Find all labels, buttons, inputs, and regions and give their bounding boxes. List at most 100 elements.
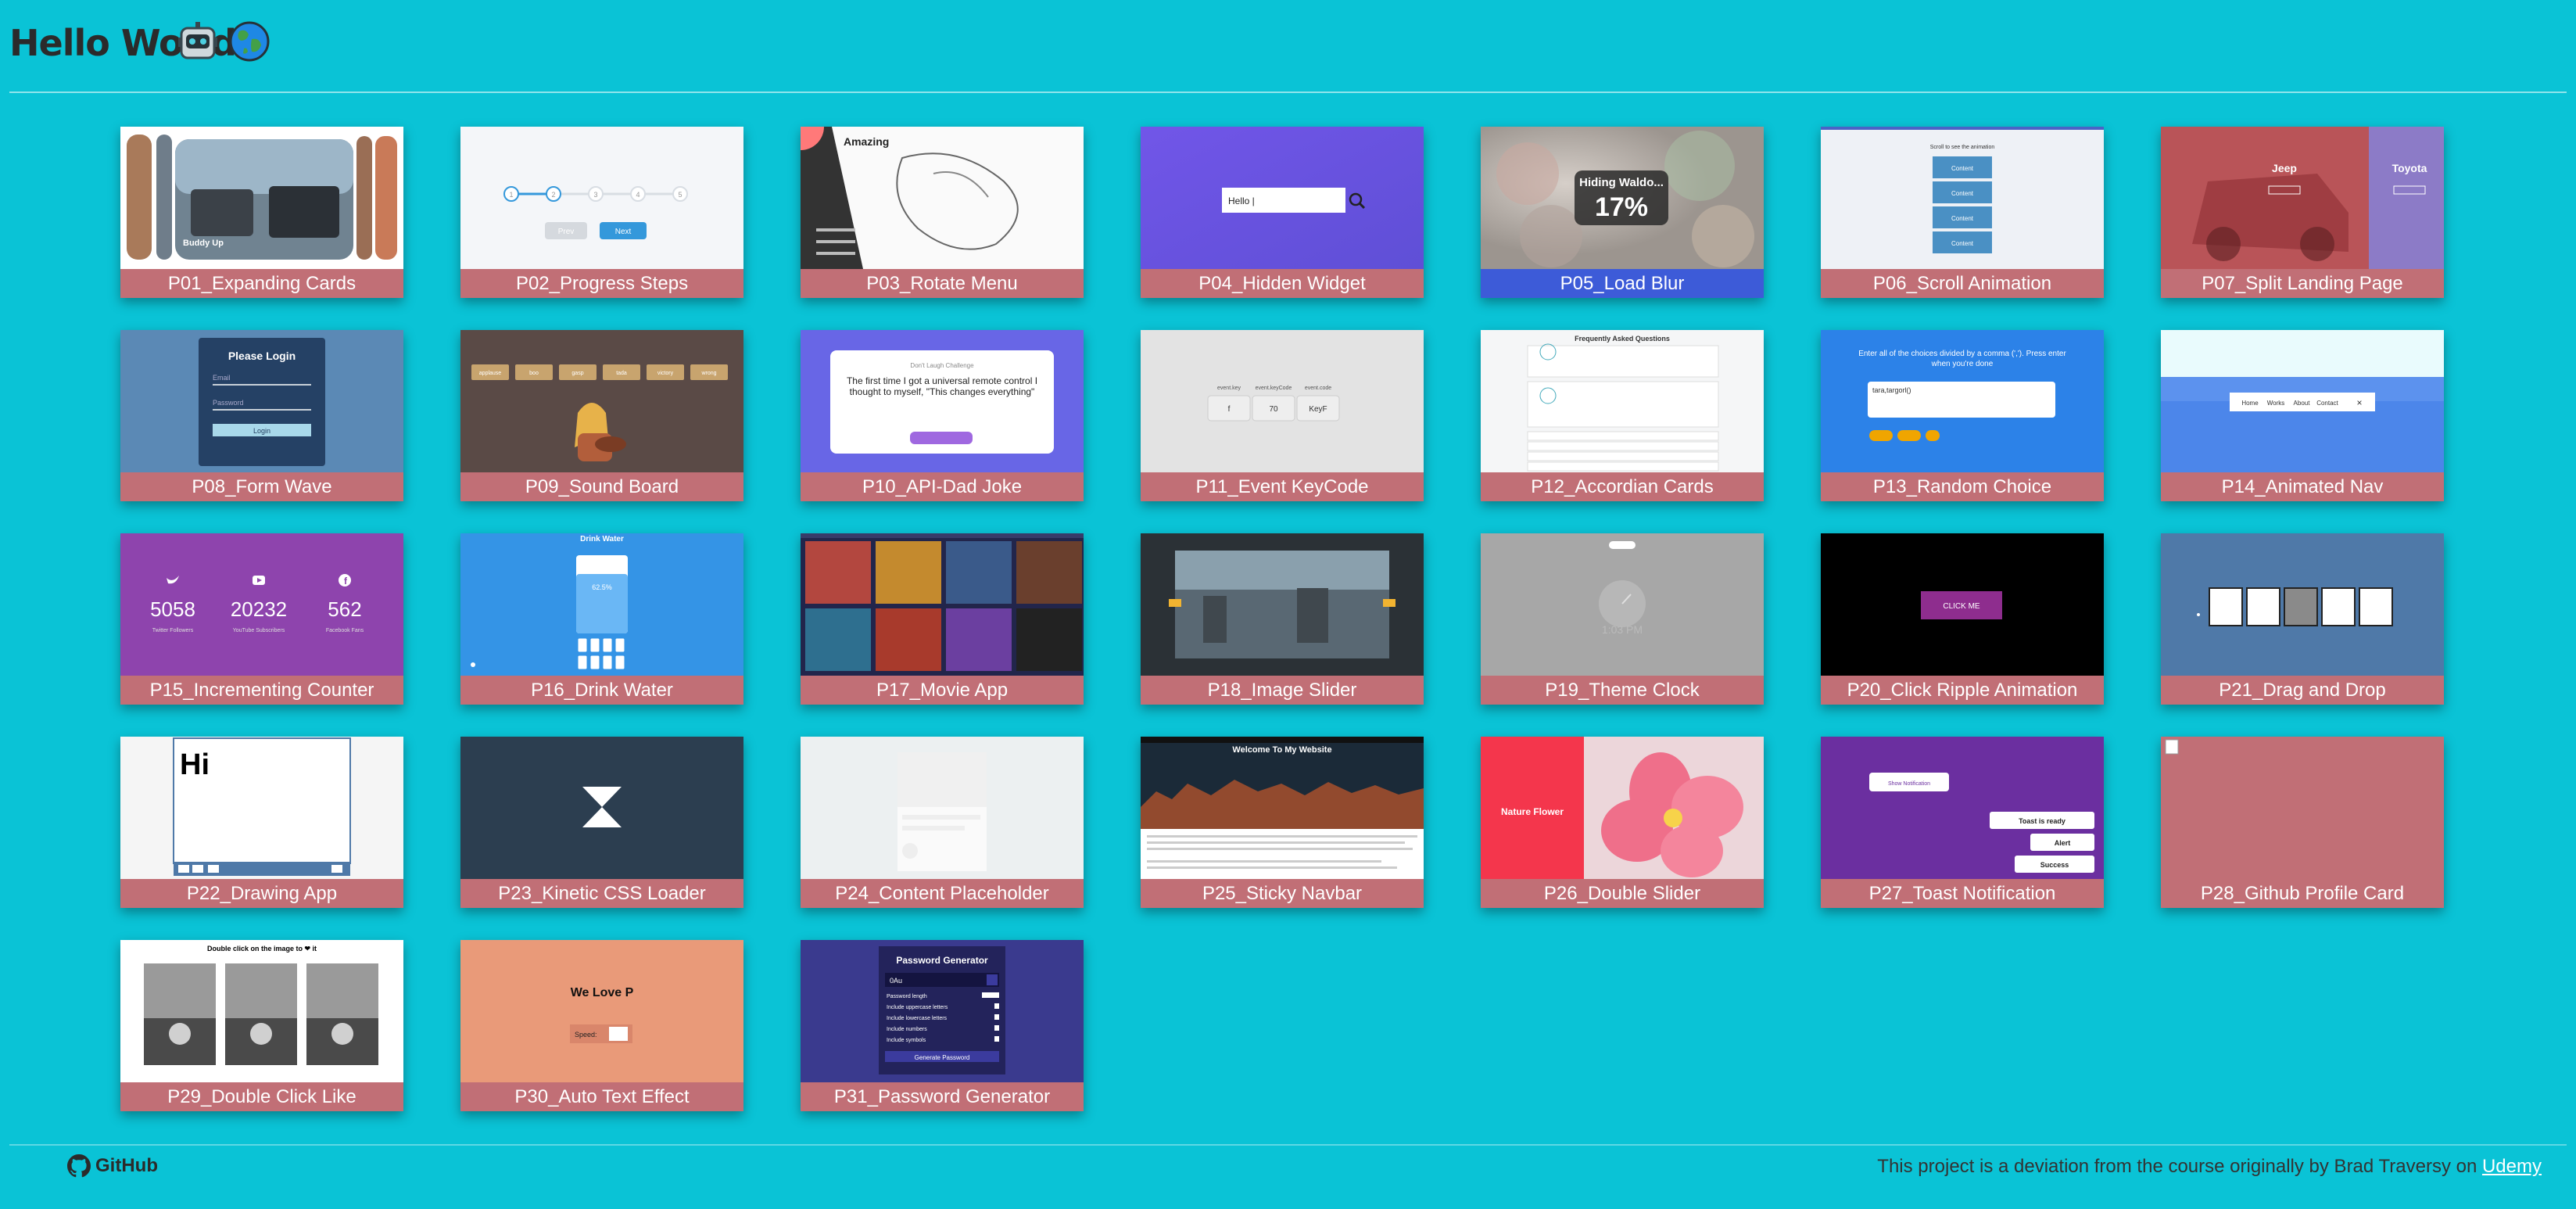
project-thumbnail — [801, 737, 1084, 879]
project-card[interactable]: event.key f event.keyCode 70 event.code KeyF P… — [1141, 330, 1424, 501]
project-label: P14_Animated Nav — [2161, 472, 2444, 501]
svg-text:1: 1 — [509, 191, 513, 199]
svg-text:Toast is ready: Toast is ready — [2019, 817, 2065, 825]
project-card[interactable]: Hiding Waldo... 17% P05_Load Blur — [1481, 127, 1764, 298]
project-card[interactable]: Hello | P04_Hidden Widget — [1141, 127, 1424, 298]
project-card[interactable]: Show Notification Toast is ready Alert Succ… — [1821, 737, 2104, 908]
project-card[interactable]: Password Generator 0Au Password length Incl… — [801, 940, 1084, 1111]
project-thumbnail: Double click on the image to ❤ it — [120, 940, 403, 1082]
github-link[interactable]: GitHub — [67, 1154, 158, 1178]
svg-text:562: 562 — [328, 597, 361, 621]
svg-text:Speed:: Speed: — [575, 1031, 597, 1039]
project-label: P25_Sticky Navbar — [1141, 879, 1424, 908]
svg-text:Prev: Prev — [558, 228, 575, 236]
svg-text:Include numbers: Include numbers — [887, 1027, 927, 1032]
project-thumbnail — [801, 533, 1084, 676]
project-card[interactable]: P28_Github Profile Card — [2161, 737, 2444, 908]
project-thumbnail: Home Works About Contact × — [2161, 330, 2444, 472]
project-thumbnail: event.key f event.keyCode 70 event.code KeyF — [1141, 330, 1424, 472]
project-card[interactable]: Home Works About Contact × P14_Animated Nav — [2161, 330, 2444, 501]
project-thumbnail: Buddy Up — [120, 127, 403, 269]
project-card[interactable]: P21_Drag and Drop — [2161, 533, 2444, 705]
project-thumbnail — [2161, 533, 2444, 676]
project-card[interactable]: Welcome To My Website P25_Sticky Navbar — [1141, 737, 1424, 908]
svg-text:Works: Works — [2267, 400, 2285, 407]
project-label: P08_Form Wave — [120, 472, 403, 501]
project-label: P02_Progress Steps — [460, 269, 743, 298]
project-card[interactable]: P23_Kinetic CSS Loader — [460, 737, 743, 908]
project-card[interactable]: Enter all of the choices divided by a co… — [1821, 330, 2104, 501]
project-thumbnail — [460, 737, 743, 879]
svg-text:Show Notification: Show Notification — [1888, 781, 1930, 787]
project-label: P31_Password Generator — [801, 1082, 1084, 1111]
project-card[interactable]: 1:03 PM P19_Theme Clock — [1481, 533, 1764, 705]
project-card[interactable]: CLICK ME P20_Click Ripple Animation — [1821, 533, 2104, 705]
project-card[interactable]: 1 2 3 4 5 Prev Next P02_Progress Steps — [460, 127, 743, 298]
project-card[interactable]: Drink Water 62.5% P16_Drink Water — [460, 533, 743, 705]
header-divider — [9, 91, 2567, 93]
project-card[interactable]: P18_Image Slider — [1141, 533, 1424, 705]
project-card[interactable]: Hi P22_Drawing App — [120, 737, 403, 908]
project-thumbnail: Hiding Waldo... 17% — [1481, 127, 1764, 269]
udemy-link[interactable]: Udemy — [2482, 1156, 2542, 1177]
svg-text:20232: 20232 — [231, 597, 287, 621]
footer-credit: This project is a deviation from the cou… — [1877, 1156, 2542, 1178]
project-card[interactable]: Nature Flower P26_Double Slider — [1481, 737, 1764, 908]
project-label: P19_Theme Clock — [1481, 676, 1764, 705]
svg-text:Amazing: Amazing — [844, 135, 889, 148]
project-card[interactable]: Don't Laugh Challenge The first time I g… — [801, 330, 1084, 501]
project-card[interactable]: Jeep Toyota P07_Split Landing Page — [2161, 127, 2444, 298]
project-thumbnail: Scroll to see the animation Content Conten… — [1821, 127, 2104, 269]
project-card[interactable]: 5058 Twitter Followers 20232 YouTube Subscr… — [120, 533, 403, 705]
svg-text:Facebook Fans: Facebook Fans — [326, 628, 364, 633]
project-card[interactable]: applause boo gasp tada victory wrong P09_Sound… — [460, 330, 743, 501]
project-card[interactable]: Frequently Asked Questions P12_Accordian … — [1481, 330, 1764, 501]
project-label: P07_Split Landing Page — [2161, 269, 2444, 298]
svg-text:applause: applause — [479, 371, 502, 376]
svg-text:Buddy Up: Buddy Up — [183, 239, 224, 248]
project-card[interactable]: Scroll to see the animation Content Conten… — [1821, 127, 2104, 298]
svg-text:Content: Content — [1951, 215, 1974, 222]
project-label: P09_Sound Board — [460, 472, 743, 501]
svg-text:Hello |: Hello | — [1228, 196, 1255, 206]
project-label: P20_Click Ripple Animation — [1821, 676, 2104, 705]
project-card[interactable]: Please Login Email Password Login P08_For… — [120, 330, 403, 501]
svg-text:Frequently Asked Questions: Frequently Asked Questions — [1575, 335, 1670, 343]
svg-text:Content: Content — [1951, 165, 1974, 172]
project-label: P13_Random Choice — [1821, 472, 2104, 501]
project-card[interactable]: We Love P Speed: P30_Auto Text Effect — [460, 940, 743, 1111]
project-label: P27_Toast Notification — [1821, 879, 2104, 908]
svg-text:Please Login: Please Login — [228, 350, 296, 362]
project-thumbnail: CLICK ME — [1821, 533, 2104, 676]
project-card[interactable]: Double click on the image to ❤ it P29_Dou… — [120, 940, 403, 1111]
project-card[interactable]: Buddy Up P01_Expanding Cards — [120, 127, 403, 298]
svg-text:Drink Water: Drink Water — [580, 535, 624, 544]
svg-text:Password length: Password length — [887, 994, 927, 999]
project-thumbnail — [1141, 533, 1424, 676]
svg-text:5058: 5058 — [150, 597, 195, 621]
project-label: P01_Expanding Cards — [120, 269, 403, 298]
project-card[interactable]: Amazing P03_Rotate Menu — [801, 127, 1084, 298]
project-card[interactable]: P17_Movie App — [801, 533, 1084, 705]
svg-text:Toyota: Toyota — [2392, 162, 2427, 174]
svg-text:Generate Password: Generate Password — [915, 1054, 970, 1061]
project-label: P06_Scroll Animation — [1821, 269, 2104, 298]
project-thumbnail: Drink Water 62.5% — [460, 533, 743, 676]
svg-text:We Love P: We Love P — [571, 986, 634, 999]
page-header: Hello World — [0, 0, 2576, 93]
svg-text:Hiding Waldo...: Hiding Waldo... — [1579, 176, 1664, 189]
project-thumbnail: Hello | — [1141, 127, 1424, 269]
svg-text:event.code: event.code — [1305, 386, 1331, 391]
svg-text:×: × — [2356, 397, 2362, 408]
project-thumbnail: We Love P Speed: — [460, 940, 743, 1082]
svg-text:Include symbols: Include symbols — [887, 1038, 926, 1043]
project-label: P12_Accordian Cards — [1481, 472, 1764, 501]
robot-icon — [178, 22, 217, 59]
project-card[interactable]: P24_Content Placeholder — [801, 737, 1084, 908]
project-thumbnail: Nature Flower — [1481, 737, 1764, 879]
project-thumbnail: 5058 Twitter Followers 20232 YouTube Subscr… — [120, 533, 403, 676]
svg-text:KeyF: KeyF — [1309, 405, 1327, 414]
svg-text:event.keyCode: event.keyCode — [1256, 386, 1292, 391]
project-thumbnail: Enter all of the choices divided by a co… — [1821, 330, 2104, 472]
svg-text:boo: boo — [529, 371, 539, 376]
